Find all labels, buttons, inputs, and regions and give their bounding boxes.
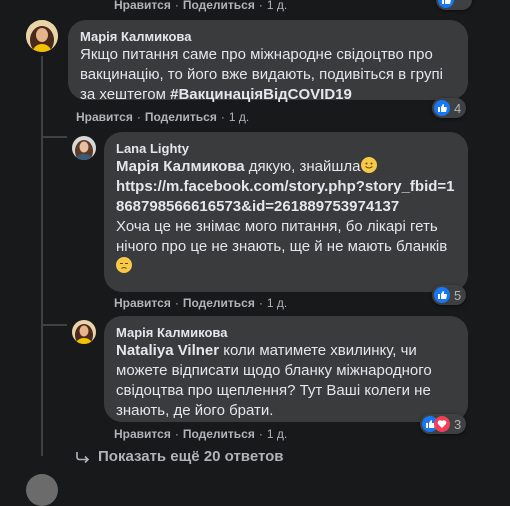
like-action[interactable]: Нравится: [114, 427, 171, 441]
reply-action[interactable]: Поделиться: [183, 427, 255, 441]
like-action[interactable]: Нравится: [76, 110, 133, 124]
reaction-badge[interactable]: 4: [432, 98, 466, 118]
disappointed-emoji-icon: [116, 257, 132, 273]
avatar[interactable]: [26, 20, 58, 52]
timestamp[interactable]: 1 д.: [267, 0, 287, 12]
separator-dot: ·: [136, 110, 141, 124]
comment-bubble: Марія Калмикова Якщо питання саме про мі…: [68, 20, 468, 103]
separator-dot: ·: [174, 427, 179, 441]
like-reaction-icon: [434, 100, 450, 116]
comment-author[interactable]: Марія Калмикова: [80, 28, 456, 45]
more-replies-link[interactable]: Показать ещё 20 ответов: [76, 448, 284, 465]
separator-dot: ·: [220, 110, 225, 124]
more-replies-label: Показать ещё 20 ответов: [98, 448, 284, 465]
timestamp[interactable]: 1 д.: [267, 296, 287, 310]
separator-dot: ·: [258, 0, 263, 12]
reaction-count: 3: [454, 416, 462, 432]
thread-branch: [41, 136, 67, 138]
reply-arrow-icon: [76, 451, 90, 463]
hashtag-link[interactable]: #ВакцинаціяВідCOVID19: [170, 86, 352, 103]
separator-dot: ·: [258, 427, 263, 441]
comment-text: Марія Калмикова дякую, знайшла https://m…: [116, 157, 456, 277]
reaction-badge[interactable]: 5: [432, 285, 466, 305]
comment-text: Якщо питання саме про міжнародне свідоцт…: [80, 46, 443, 103]
thread-branch: [41, 324, 67, 326]
thread-line: [41, 56, 43, 456]
reaction-badge[interactable]: 3: [420, 414, 466, 434]
story-link[interactable]: https://m.facebook.com/story.php?story_f…: [116, 178, 455, 215]
mention-link[interactable]: Nataliya Vilner: [116, 342, 219, 359]
reaction-count: 5: [454, 287, 462, 303]
comment-actions: Нравится · Поделиться · 1 д.: [114, 427, 287, 441]
comment-actions: Нравится · Поделиться · 1 д.: [76, 110, 249, 124]
smile-emoji-icon: [360, 157, 377, 173]
love-reaction-icon: [434, 416, 450, 432]
avatar[interactable]: [72, 136, 96, 160]
comment-bubble: Марія Калмикова Nataliya Vilner коли мат…: [104, 316, 468, 422]
like-reaction-icon: [434, 287, 450, 303]
separator-dot: ·: [174, 0, 179, 12]
reply-action[interactable]: Поделиться: [145, 110, 217, 124]
reply-action[interactable]: Поделиться: [183, 0, 255, 12]
comment-author[interactable]: Lana Lighty: [116, 140, 456, 157]
avatar[interactable]: [72, 320, 96, 344]
comment-actions: Нравится · Поделиться · 1 д.: [114, 296, 287, 310]
like-action[interactable]: Нравится: [114, 296, 171, 310]
timestamp[interactable]: 1 д.: [267, 427, 287, 441]
mention-link[interactable]: Марія Калмикова: [116, 158, 245, 175]
comment-bubble: Lana Lighty Марія Калмикова дякую, знайш…: [104, 132, 468, 292]
reply-action[interactable]: Поделиться: [183, 296, 255, 310]
comment-text: Nataliya Vilner коли матимете хвилинку, …: [116, 342, 432, 419]
separator-dot: ·: [174, 296, 179, 310]
timestamp[interactable]: 1 д.: [229, 110, 249, 124]
top-reaction-badge[interactable]: [436, 0, 472, 10]
comment-author[interactable]: Марія Калмикова: [116, 324, 456, 341]
like-action[interactable]: Нравится: [114, 0, 171, 12]
separator-dot: ·: [258, 296, 263, 310]
like-reaction-icon: [438, 0, 454, 8]
top-actions-row: Нравится · Поделиться · 1 д.: [114, 0, 287, 12]
reaction-count: 4: [454, 100, 462, 116]
